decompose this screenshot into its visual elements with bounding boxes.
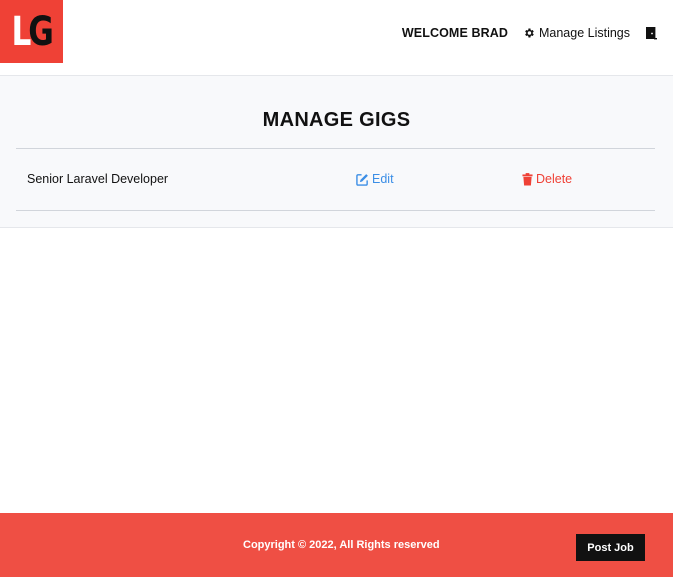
logo-letter-g: G: [28, 8, 55, 55]
edit-button[interactable]: Edit: [356, 172, 394, 186]
manage-gigs-panel: MANAGE GIGS Senior Laravel Developer Edi…: [0, 76, 673, 228]
page-title: MANAGE GIGS: [262, 109, 411, 131]
table-row: Senior Laravel Developer Edit Delete: [16, 149, 655, 210]
edit-label: Edit: [372, 172, 394, 186]
manage-listings-link[interactable]: Manage Listings: [523, 26, 630, 40]
gig-title-link[interactable]: Senior Laravel Developer: [27, 172, 168, 186]
gear-icon: [525, 28, 534, 38]
manage-listings-label: Manage Listings: [538, 26, 630, 40]
nav-links: WELCOME BRAD Manage Listings: [402, 24, 657, 42]
door-exit-icon[interactable]: [645, 26, 657, 40]
footer: Copyright © 2022, All Rights reserved Po…: [0, 513, 673, 577]
welcome-text: WELCOME BRAD: [401, 26, 508, 40]
divider: [16, 210, 655, 211]
post-job-button[interactable]: Post Job: [576, 534, 645, 561]
logo[interactable]: LG: [0, 0, 63, 63]
delete-button[interactable]: Delete: [522, 172, 572, 186]
copyright-text: Copyright © 2022, All Rights reserved: [243, 539, 440, 551]
navbar: LG WELCOME BRAD Manage Listings: [0, 0, 673, 76]
logo-mark: LG: [11, 8, 55, 55]
edit-icon: [356, 173, 368, 186]
logo-letter-l: L: [11, 8, 32, 55]
delete-label: Delete: [536, 172, 573, 186]
page: LG WELCOME BRAD Manage Listings MANAGE G…: [0, 0, 673, 577]
trash-icon: [522, 172, 533, 185]
